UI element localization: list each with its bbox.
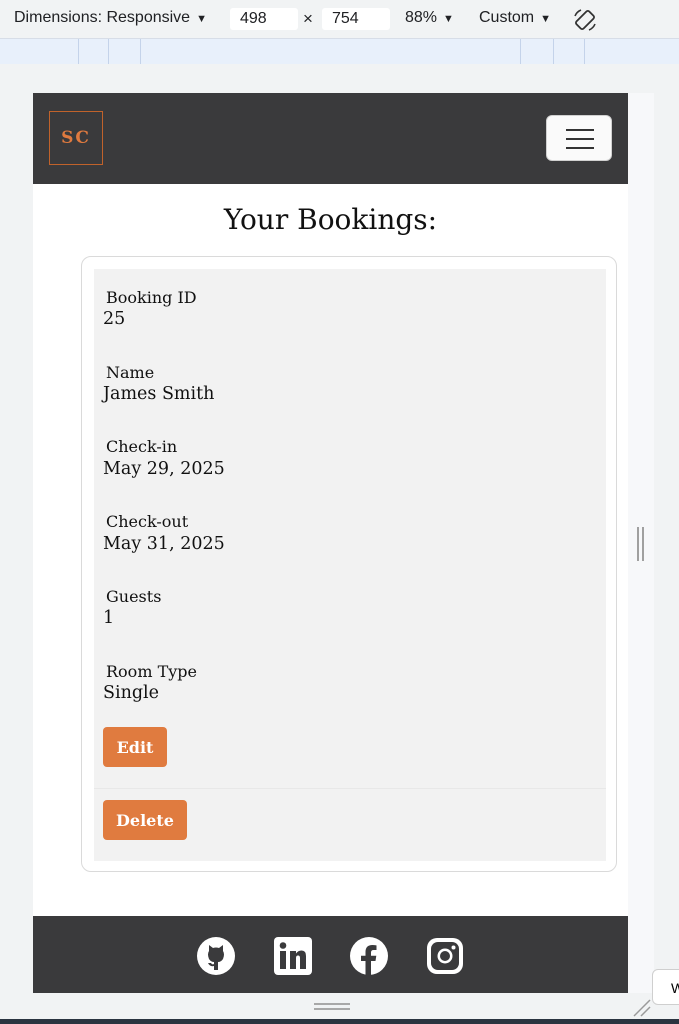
footer [33, 916, 628, 993]
devtools-toolbar: Dimensions: Responsive ▼ 498 × 754 88% ▼ C… [0, 0, 679, 38]
booking-id-value: 25 [103, 309, 126, 329]
resize-handle-bottom[interactable] [314, 1003, 350, 1011]
caret-down-icon: ▼ [443, 13, 454, 25]
media-query-ruler [0, 38, 679, 65]
linkedin-icon[interactable] [273, 936, 313, 976]
zoom-label: 88% [405, 9, 438, 26]
page-title: Your Bookings: [223, 203, 438, 236]
guests-label: Guests [106, 587, 162, 606]
booking-details: Booking ID 25 Name James Smith Check-in … [94, 269, 606, 861]
booking-card: Booking ID 25 Name James Smith Check-in … [81, 256, 617, 872]
delete-button[interactable]: Delete [103, 800, 187, 840]
room-type-label: Room Type [106, 662, 197, 681]
check-out-label: Check-out [106, 512, 189, 531]
height-input[interactable]: 754 [322, 8, 390, 30]
desktop-strip [0, 1019, 679, 1024]
instagram-icon[interactable] [425, 936, 465, 976]
navbar: SC [33, 93, 628, 184]
dimensions-label: Dimensions: Responsive [14, 9, 191, 26]
name-label: Name [106, 363, 155, 382]
zoom-dropdown[interactable]: 88% ▼ [405, 9, 454, 27]
partial-tab[interactable]: W [652, 969, 679, 1005]
caret-down-icon: ▼ [540, 13, 552, 25]
page-viewport: SC Your Bookings: Booking ID 25 Name Jam… [33, 93, 628, 993]
dimensions-dropdown[interactable]: Dimensions: Responsive ▼ [14, 9, 207, 27]
booking-id-label: Booking ID [106, 288, 197, 307]
guests-value: 1 [103, 608, 115, 628]
check-in-label: Check-in [106, 437, 178, 456]
hamburger-icon [566, 147, 594, 149]
throttle-label: Custom [479, 9, 535, 26]
caret-down-icon: ▼ [196, 13, 207, 25]
resize-handle-right[interactable] [637, 527, 647, 561]
hamburger-icon [566, 129, 594, 131]
rotate-icon[interactable] [572, 7, 598, 38]
check-out-value: May 31, 2025 [103, 534, 225, 554]
github-icon[interactable] [196, 936, 236, 976]
divider [94, 788, 606, 789]
throttle-dropdown[interactable]: Custom ▼ [479, 9, 551, 27]
times-sign: × [303, 9, 313, 28]
edit-button[interactable]: Edit [103, 727, 167, 767]
room-type-value: Single [103, 683, 160, 703]
brand-logo[interactable]: SC [49, 111, 103, 165]
menu-toggle-button[interactable] [546, 115, 612, 161]
name-value: James Smith [103, 384, 215, 404]
hamburger-icon [566, 138, 594, 140]
width-input[interactable]: 498 [230, 8, 298, 30]
check-in-value: May 29, 2025 [103, 459, 225, 479]
facebook-icon[interactable] [349, 936, 389, 976]
